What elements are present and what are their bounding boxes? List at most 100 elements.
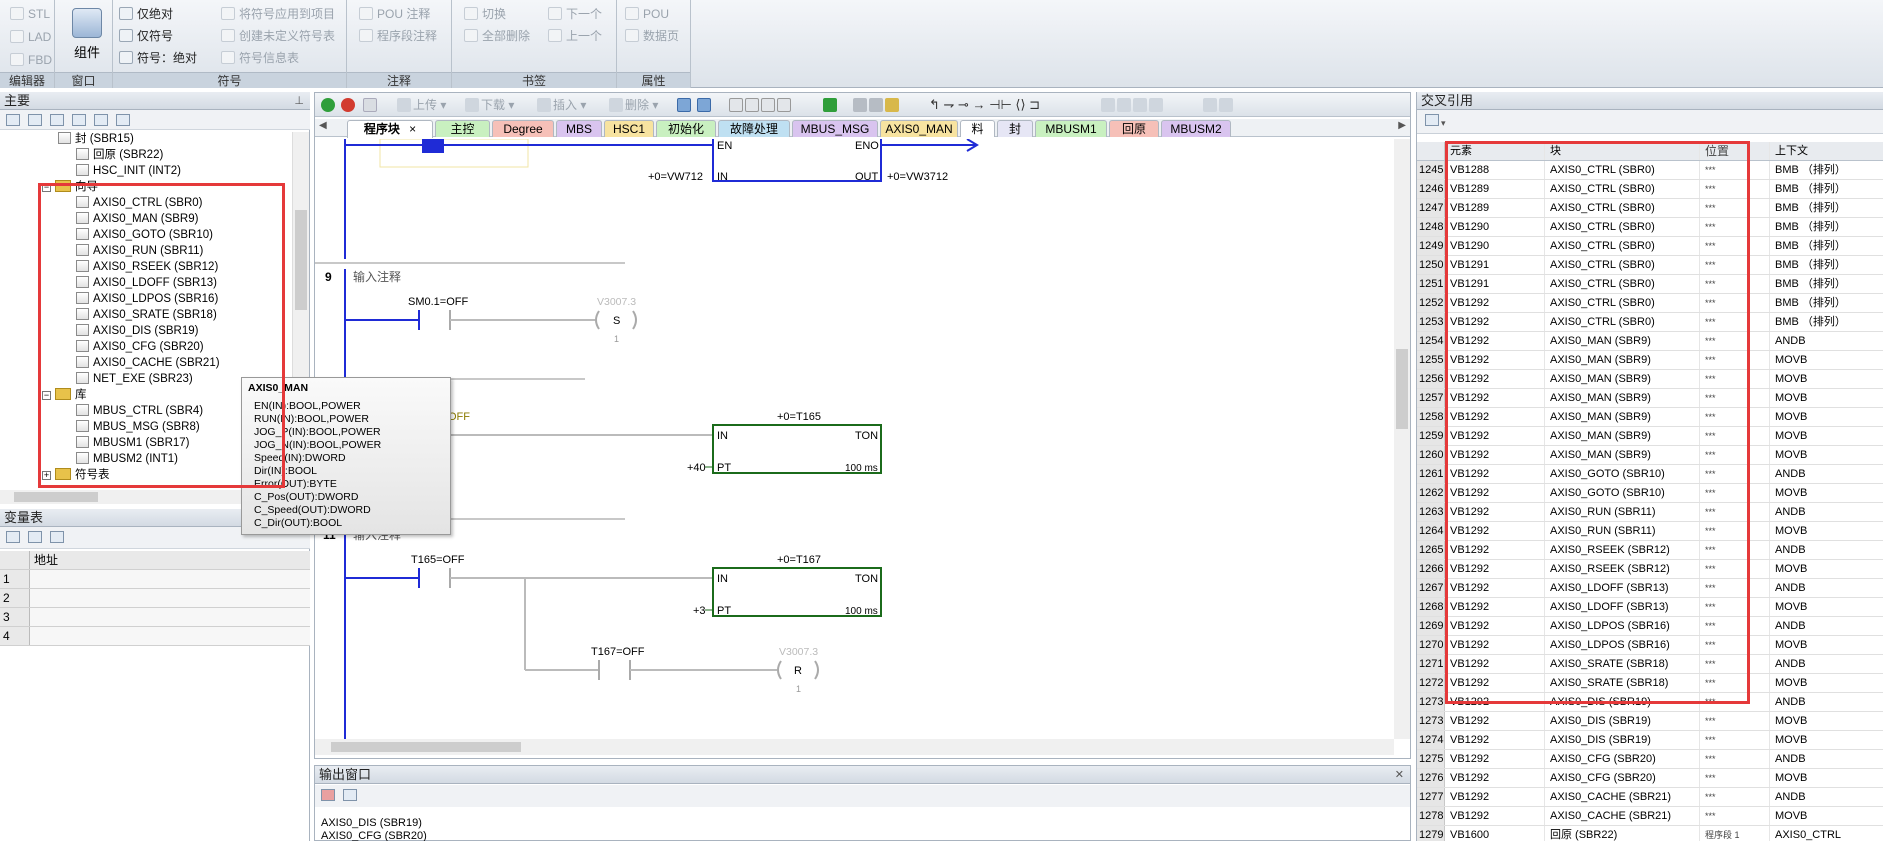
table-row[interactable]: 1278 VB1292 AXIS0_CACHE (SBR21) *** MOVB bbox=[1417, 807, 1883, 826]
tree-item[interactable]: AXIS0_LDPOS (SBR16) bbox=[76, 291, 218, 307]
tree-item[interactable]: AXIS0_MAN (SBR9) bbox=[76, 211, 198, 227]
table-row[interactable]: 2 bbox=[0, 589, 310, 608]
tree-item[interactable]: AXIS0_DIS (SBR19) bbox=[76, 323, 198, 339]
stl-button[interactable]: STL bbox=[10, 4, 50, 24]
tab-pou[interactable]: MBS bbox=[556, 120, 602, 137]
tree-folder[interactable]: + 符号表 bbox=[42, 467, 110, 483]
prev-bookmark-button[interactable]: 上一个 bbox=[548, 26, 602, 46]
table-row[interactable]: 1251 VB1291 AXIS0_CTRL (SBR0) *** BMB （排列） bbox=[1417, 275, 1883, 294]
tool-button[interactable] bbox=[729, 97, 793, 113]
misc-button[interactable] bbox=[1101, 97, 1165, 113]
tree-folder[interactable]: − 库 bbox=[42, 387, 87, 403]
table-row[interactable]: 1267 VB1292 AXIS0_LDOFF (SBR13) *** ANDB bbox=[1417, 579, 1883, 598]
tab-scroll-left-icon[interactable]: ◀ bbox=[319, 120, 327, 131]
tree-item[interactable]: MBUSM1 (SBR17) bbox=[76, 435, 190, 451]
tab-pou[interactable]: Degree bbox=[492, 120, 554, 137]
table-row[interactable]: 1275 VB1292 AXIS0_CFG (SBR20) *** ANDB bbox=[1417, 750, 1883, 769]
tab-pou[interactable]: AXIS0_MAN bbox=[880, 120, 958, 137]
ladder-vertical-scrollbar[interactable] bbox=[1394, 139, 1410, 739]
table-icon[interactable] bbox=[28, 114, 42, 126]
output-line[interactable]: AXIS0_DIS (SBR19) bbox=[321, 817, 422, 829]
chevron-down-icon[interactable]: ▾ bbox=[1441, 118, 1446, 128]
tab-pou[interactable]: 料 bbox=[960, 120, 995, 137]
tree-item[interactable]: 封 (SBR15) bbox=[58, 132, 134, 147]
table-row[interactable]: 1274 VB1292 AXIS0_DIS (SBR19) *** MOVB bbox=[1417, 731, 1883, 750]
table-row[interactable]: 1252 VB1292 AXIS0_CTRL (SBR0) *** BMB （排列） bbox=[1417, 294, 1883, 313]
network-comment-button[interactable]: 程序段注释 bbox=[359, 26, 437, 46]
run-button[interactable] bbox=[321, 97, 337, 113]
tab-pou[interactable]: 封 bbox=[997, 120, 1033, 137]
network-comment[interactable]: 输入注释 bbox=[353, 269, 401, 284]
network-icon[interactable] bbox=[116, 114, 130, 126]
tree-item[interactable]: HSC_INIT (INT2) bbox=[76, 163, 181, 179]
table-row[interactable]: 1279 VB1600 回原 (SBR22) 程序段 1 AXIS0_CTRL bbox=[1417, 826, 1883, 841]
view-icon[interactable] bbox=[1425, 114, 1439, 126]
delete-row-icon[interactable] bbox=[28, 531, 42, 543]
pou-buttons[interactable] bbox=[1203, 97, 1235, 113]
table-row[interactable]: 1256 VB1292 AXIS0_MAN (SBR9) *** MOVB bbox=[1417, 370, 1883, 389]
tab-pou[interactable]: 初始化 bbox=[656, 120, 716, 137]
delete-all-bookmarks-button[interactable]: 全部删除 bbox=[464, 26, 530, 46]
insert-row-icon[interactable] bbox=[6, 531, 20, 543]
table-row[interactable]: 1259 VB1292 AXIS0_MAN (SBR9) *** MOVB bbox=[1417, 427, 1883, 446]
page-icon[interactable] bbox=[72, 114, 86, 126]
clear-icon[interactable] bbox=[321, 789, 335, 801]
create-undefined-symbols-button[interactable]: 创建未定义符号表 bbox=[221, 26, 335, 46]
component-button[interactable]: 组件 bbox=[59, 6, 115, 66]
table-row[interactable]: 1254 VB1292 AXIS0_MAN (SBR9) *** ANDB bbox=[1417, 332, 1883, 351]
tree-item[interactable]: NET_EXE (SBR23) bbox=[76, 371, 193, 387]
scroll-thumb[interactable] bbox=[331, 742, 521, 752]
ladder-editor[interactable]: EN ENO +0=VW712 IN OUT +0=VW3712 9 输入注释 … bbox=[315, 139, 1394, 739]
tree-item[interactable]: MBUSM2 (INT1) bbox=[76, 451, 178, 467]
lad-button[interactable]: LAD bbox=[10, 27, 51, 47]
tab-pou[interactable]: MBUSM2 bbox=[1161, 120, 1231, 137]
table-row[interactable]: 1255 VB1292 AXIS0_MAN (SBR9) *** MOVB bbox=[1417, 351, 1883, 370]
absolute-only-button[interactable]: 仅绝对 bbox=[119, 4, 173, 24]
table-row[interactable]: 1270 VB1292 AXIS0_LDPOS (SBR16) *** MOVB bbox=[1417, 636, 1883, 655]
insert-button[interactable]: 插入 ▾ bbox=[537, 97, 586, 113]
apply-symbols-button[interactable]: 将符号应用到项目 bbox=[221, 4, 335, 24]
scroll-thumb[interactable] bbox=[295, 210, 307, 310]
fbd-button[interactable]: FBD bbox=[10, 50, 52, 70]
table-row[interactable]: 1263 VB1292 AXIS0_RUN (SBR11) *** ANDB bbox=[1417, 503, 1883, 522]
tab-pou[interactable]: HSC1 bbox=[604, 120, 654, 137]
replace-button[interactable] bbox=[697, 97, 713, 113]
table-row[interactable]: 1277 VB1292 AXIS0_CACHE (SBR21) *** ANDB bbox=[1417, 788, 1883, 807]
table-row[interactable]: 1250 VB1291 AXIS0_CTRL (SBR0) *** BMB （排列） bbox=[1417, 256, 1883, 275]
symbol-only-button[interactable]: 仅符号 bbox=[119, 26, 173, 46]
table-row[interactable]: 1276 VB1292 AXIS0_CFG (SBR20) *** MOVB bbox=[1417, 769, 1883, 788]
scroll-thumb[interactable] bbox=[14, 492, 98, 502]
tab-pou[interactable]: MBUS_MSG bbox=[792, 120, 878, 137]
table-row[interactable]: 1246 VB1289 AXIS0_CTRL (SBR0) *** BMB （排列） bbox=[1417, 180, 1883, 199]
table-row[interactable]: 1247 VB1289 AXIS0_CTRL (SBR0) *** BMB （排列） bbox=[1417, 199, 1883, 218]
table-row[interactable]: 1253 VB1292 AXIS0_CTRL (SBR0) *** BMB （排列） bbox=[1417, 313, 1883, 332]
ladder-horizontal-scrollbar[interactable] bbox=[315, 739, 1394, 755]
table-row[interactable]: 1266 VB1292 AXIS0_RSEEK (SBR12) *** MOVB bbox=[1417, 560, 1883, 579]
tab-pou[interactable]: 回原 bbox=[1109, 120, 1159, 137]
tree-item[interactable]: AXIS0_RUN (SBR11) bbox=[76, 243, 203, 259]
table-row[interactable]: 1265 VB1292 AXIS0_RSEEK (SBR12) *** ANDB bbox=[1417, 541, 1883, 560]
table-row[interactable]: 4 bbox=[0, 627, 310, 646]
pou-comment-button[interactable]: POU 注释 bbox=[359, 4, 430, 24]
table-row[interactable]: 3 bbox=[0, 608, 310, 627]
tree-folder[interactable]: − 向导 bbox=[42, 179, 98, 195]
toggle-bookmark-button[interactable]: 切换 bbox=[464, 4, 506, 24]
symbol-absolute-button[interactable]: 符号：绝对 bbox=[119, 48, 197, 68]
find-button[interactable] bbox=[677, 97, 693, 113]
table-row[interactable]: 1258 VB1292 AXIS0_MAN (SBR9) *** MOVB bbox=[1417, 408, 1883, 427]
data-page-button[interactable]: 数据页 bbox=[625, 26, 679, 46]
selection-cursor[interactable] bbox=[422, 139, 444, 153]
scroll-thumb[interactable] bbox=[1396, 349, 1408, 429]
collapse-icon[interactable]: − bbox=[42, 183, 51, 192]
tab-pou[interactable]: 故障处理 bbox=[718, 120, 790, 137]
delete-button[interactable]: 删除 ▾ bbox=[609, 97, 658, 113]
tree-item[interactable]: AXIS0_CFG (SBR20) bbox=[76, 339, 204, 355]
table-row[interactable]: 1272 VB1292 AXIS0_SRATE (SBR18) *** MOVB bbox=[1417, 674, 1883, 693]
table-row[interactable]: 1273 VB1292 AXIS0_DIS (SBR19) *** MOVB bbox=[1417, 712, 1883, 731]
collapse-icon[interactable]: − bbox=[42, 391, 51, 400]
table-row[interactable]: 1273 VB1292 AXIS0_DIS (SBR19) *** ANDB bbox=[1417, 693, 1883, 712]
table-row[interactable]: 1262 VB1292 AXIS0_GOTO (SBR10) *** MOVB bbox=[1417, 484, 1883, 503]
pou-properties-button[interactable]: POU bbox=[625, 4, 669, 24]
table-row[interactable]: 1271 VB1292 AXIS0_SRATE (SBR18) *** ANDB bbox=[1417, 655, 1883, 674]
table-row[interactable]: 1260 VB1292 AXIS0_MAN (SBR9) *** MOVB bbox=[1417, 446, 1883, 465]
